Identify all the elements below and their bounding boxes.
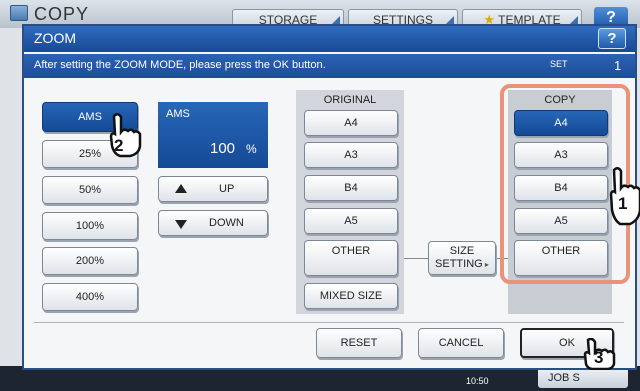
callout-number-1: 1 — [618, 194, 628, 213]
ams-display-label: AMS — [166, 108, 190, 120]
instruction-bar: After setting the ZOOM MODE, please pres… — [24, 54, 635, 78]
zoom-400-button[interactable]: 400% — [42, 283, 138, 311]
up-arrow-icon — [175, 184, 187, 193]
zoom-50-button[interactable]: 50% — [42, 176, 138, 204]
clock: 10:50 — [466, 376, 489, 386]
footer-divider — [34, 322, 624, 323]
size-setting-line2: SETTING — [435, 258, 483, 270]
zoom-down-button[interactable]: DOWN — [158, 210, 268, 236]
chevron-right-icon: ▸ — [482, 260, 489, 269]
connector-line — [404, 258, 428, 259]
callout-number-2: 2 — [114, 136, 124, 155]
set-count: 1 — [614, 58, 622, 73]
ams-ratio-value: 100 — [210, 140, 236, 157]
ams-ratio-display: AMS 100 % — [158, 102, 268, 168]
original-b4-button[interactable]: B4 — [304, 175, 398, 201]
zoom-200-button[interactable]: 200% — [42, 247, 138, 275]
tap-hand-icon — [109, 113, 142, 158]
mixed-size-button[interactable]: MIXED SIZE — [304, 283, 398, 309]
size-setting-line1: SIZE — [449, 245, 475, 257]
ams-ratio-unit: % — [246, 142, 257, 156]
zoom-dialog: ZOOM ? After setting the ZOOM MODE, plea… — [22, 24, 640, 370]
original-a4-button[interactable]: A4 — [304, 110, 398, 136]
reset-button[interactable]: RESET — [316, 328, 402, 358]
app-title: COPY — [34, 4, 90, 24]
original-header: ORIGINAL — [323, 94, 377, 106]
callout-number-3: 3 — [594, 348, 604, 367]
size-setting-button[interactable]: SIZE SETTING ▸ — [428, 241, 496, 275]
job-status-label: JOB S — [548, 372, 580, 384]
set-label: SET — [550, 59, 568, 69]
down-label: DOWN — [209, 217, 244, 229]
zoom-up-button[interactable]: UP — [158, 176, 268, 202]
up-label: UP — [219, 183, 235, 195]
instruction-text: After setting the ZOOM MODE, please pres… — [34, 59, 326, 71]
original-a5-button[interactable]: A5 — [304, 208, 398, 234]
zoom-100-button[interactable]: 100% — [42, 212, 138, 240]
dialog-title-bar: ZOOM ? — [24, 26, 635, 52]
down-arrow-icon — [175, 220, 187, 229]
original-a3-button[interactable]: A3 — [304, 142, 398, 168]
job-status-button[interactable]: JOB S — [538, 368, 628, 388]
dialog-title: ZOOM — [34, 30, 76, 46]
help-button[interactable]: ? — [598, 28, 626, 49]
original-other-button[interactable]: OTHER — [304, 240, 398, 276]
copy-app-icon — [10, 5, 28, 21]
cancel-button[interactable]: CANCEL — [418, 328, 504, 358]
